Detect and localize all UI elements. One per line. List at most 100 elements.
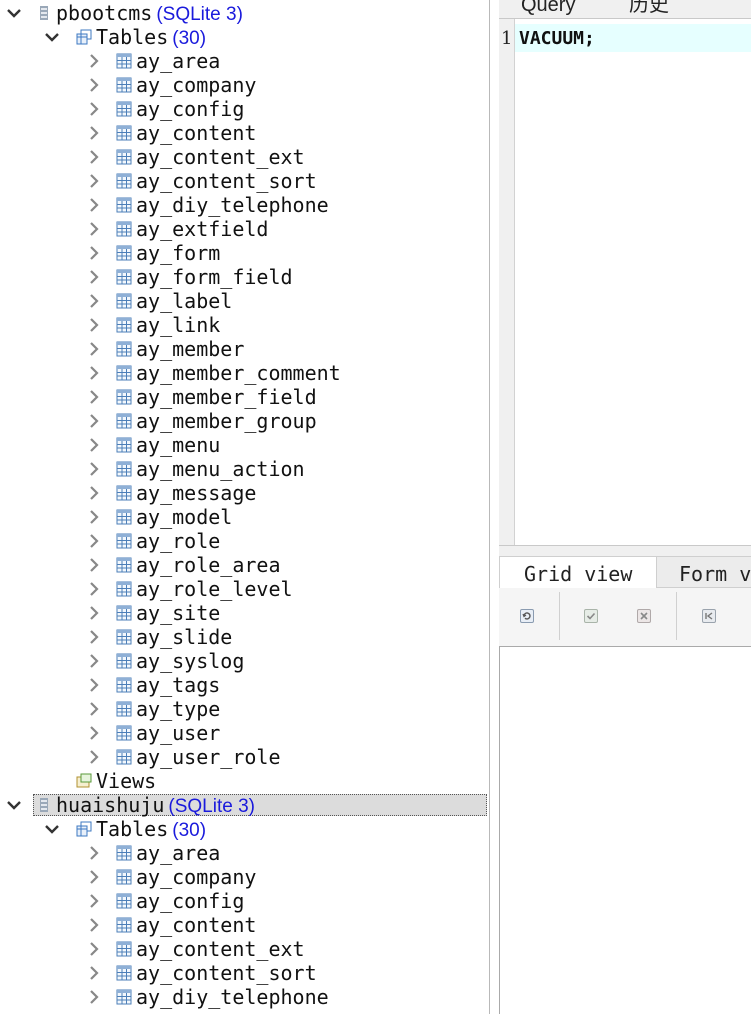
table-node[interactable]: ay_diy_telephone bbox=[0, 985, 489, 1009]
chevron-right-icon[interactable] bbox=[84, 553, 104, 577]
database-node[interactable]: pbootcms (SQLite 3) bbox=[0, 1, 489, 25]
chevron-right-icon[interactable] bbox=[84, 409, 104, 433]
chevron-right-icon[interactable] bbox=[84, 889, 104, 913]
table-node[interactable]: ay_content_ext bbox=[0, 145, 489, 169]
table-node[interactable]: ay_slide bbox=[0, 625, 489, 649]
chevron-right-icon[interactable] bbox=[84, 337, 104, 361]
chevron-right-icon[interactable] bbox=[84, 481, 104, 505]
tab-history[interactable]: 历史 bbox=[629, 0, 669, 16]
toolbar-separator bbox=[559, 592, 560, 640]
table-node[interactable]: ay_content_sort bbox=[0, 961, 489, 985]
table-node[interactable]: ay_member bbox=[0, 337, 489, 361]
chevron-right-icon[interactable] bbox=[84, 625, 104, 649]
table-name-text: ay_content bbox=[136, 913, 257, 937]
chevron-right-icon[interactable] bbox=[84, 265, 104, 289]
table-node[interactable]: ay_role bbox=[0, 529, 489, 553]
chevron-right-icon[interactable] bbox=[84, 145, 104, 169]
chevron-right-icon[interactable] bbox=[84, 601, 104, 625]
chevron-down-icon[interactable] bbox=[42, 25, 62, 49]
tab-grid-view[interactable]: Grid view bbox=[499, 556, 657, 588]
chevron-right-icon[interactable] bbox=[84, 985, 104, 1009]
chevron-right-icon[interactable] bbox=[84, 49, 104, 73]
chevron-right-icon[interactable] bbox=[84, 721, 104, 745]
table-node[interactable]: ay_menu bbox=[0, 433, 489, 457]
chevron-right-icon[interactable] bbox=[84, 841, 104, 865]
table-node[interactable]: ay_content bbox=[0, 121, 489, 145]
table-node[interactable]: ay_label bbox=[0, 289, 489, 313]
chevron-right-icon[interactable] bbox=[84, 97, 104, 121]
chevron-right-icon[interactable] bbox=[84, 121, 104, 145]
chevron-right-icon[interactable] bbox=[84, 505, 104, 529]
chevron-right-icon[interactable] bbox=[84, 169, 104, 193]
chevron-right-icon[interactable] bbox=[84, 241, 104, 265]
table-node[interactable]: ay_form bbox=[0, 241, 489, 265]
table-node[interactable]: ay_role_area bbox=[0, 553, 489, 577]
chevron-right-icon[interactable] bbox=[84, 913, 104, 937]
tables-node[interactable]: Tables (30) bbox=[0, 817, 489, 841]
table-node[interactable]: ay_content bbox=[0, 913, 489, 937]
table-node[interactable]: ay_diy_telephone bbox=[0, 193, 489, 217]
tab-query[interactable]: Query bbox=[521, 0, 575, 16]
chevron-right-icon[interactable] bbox=[84, 865, 104, 889]
table-node[interactable]: ay_form_field bbox=[0, 265, 489, 289]
chevron-down-icon[interactable] bbox=[4, 793, 24, 817]
chevron-right-icon[interactable] bbox=[84, 289, 104, 313]
table-node[interactable]: ay_area bbox=[0, 841, 489, 865]
chevron-right-icon[interactable] bbox=[84, 457, 104, 481]
chevron-right-icon[interactable] bbox=[84, 649, 104, 673]
chevron-right-icon[interactable] bbox=[84, 673, 104, 697]
first-record-icon[interactable] bbox=[702, 609, 716, 623]
chevron-right-icon[interactable] bbox=[84, 361, 104, 385]
chevron-right-icon[interactable] bbox=[84, 73, 104, 97]
splitter[interactable] bbox=[489, 0, 499, 1014]
table-node[interactable]: ay_company bbox=[0, 73, 489, 97]
tab-form-view[interactable]: Form v bbox=[656, 556, 751, 588]
chevron-right-icon[interactable] bbox=[84, 961, 104, 985]
table-node[interactable]: ay_role_level bbox=[0, 577, 489, 601]
table-node[interactable]: ay_tags bbox=[0, 673, 489, 697]
table-node[interactable]: ay_member_comment bbox=[0, 361, 489, 385]
table-node[interactable]: ay_syslog bbox=[0, 649, 489, 673]
sql-code[interactable]: VACUUM; bbox=[519, 28, 595, 49]
chevron-right-icon[interactable] bbox=[84, 697, 104, 721]
refresh-icon[interactable] bbox=[520, 609, 534, 623]
chevron-down-icon[interactable] bbox=[4, 1, 24, 25]
table-node[interactable]: ay_area bbox=[0, 49, 489, 73]
table-node[interactable]: ay_content_ext bbox=[0, 937, 489, 961]
table-name: ay_content_ext bbox=[136, 145, 305, 169]
chevron-right-icon[interactable] bbox=[84, 529, 104, 553]
table-node[interactable]: ay_member_field bbox=[0, 385, 489, 409]
table-node[interactable]: ay_company bbox=[0, 865, 489, 889]
table-node[interactable]: ay_config bbox=[0, 889, 489, 913]
chevron-down-icon[interactable] bbox=[42, 817, 62, 841]
chevron-right-icon[interactable] bbox=[84, 937, 104, 961]
chevron-right-icon[interactable] bbox=[84, 313, 104, 337]
table-node[interactable]: ay_config bbox=[0, 97, 489, 121]
chevron-right-icon[interactable] bbox=[84, 433, 104, 457]
chevron-right-icon[interactable] bbox=[84, 385, 104, 409]
table-node[interactable]: ay_user bbox=[0, 721, 489, 745]
database-node[interactable]: huaishuju (SQLite 3) bbox=[0, 793, 489, 817]
table-node[interactable]: ay_user_role bbox=[0, 745, 489, 769]
tables-node[interactable]: Tables (30) bbox=[0, 25, 489, 49]
sql-editor[interactable]: 1 VACUUM; bbox=[499, 18, 751, 546]
chevron-right-icon[interactable] bbox=[84, 577, 104, 601]
table-node[interactable]: ay_link bbox=[0, 313, 489, 337]
table-node[interactable]: ay_message bbox=[0, 481, 489, 505]
database-tree[interactable]: pbootcms (SQLite 3) Tables (30) ay_area ay_co… bbox=[0, 0, 489, 1014]
views-node[interactable]: Views bbox=[0, 769, 489, 793]
table-icon bbox=[116, 293, 132, 309]
chevron-right-icon[interactable] bbox=[84, 745, 104, 769]
rollback-icon[interactable] bbox=[637, 609, 651, 623]
table-node[interactable]: ay_extfield bbox=[0, 217, 489, 241]
table-node[interactable]: ay_member_group bbox=[0, 409, 489, 433]
results-grid[interactable] bbox=[499, 646, 751, 1014]
table-node[interactable]: ay_content_sort bbox=[0, 169, 489, 193]
table-node[interactable]: ay_model bbox=[0, 505, 489, 529]
chevron-right-icon[interactable] bbox=[84, 193, 104, 217]
chevron-right-icon[interactable] bbox=[84, 217, 104, 241]
table-node[interactable]: ay_site bbox=[0, 601, 489, 625]
commit-icon[interactable] bbox=[584, 609, 598, 623]
table-node[interactable]: ay_menu_action bbox=[0, 457, 489, 481]
table-node[interactable]: ay_type bbox=[0, 697, 489, 721]
